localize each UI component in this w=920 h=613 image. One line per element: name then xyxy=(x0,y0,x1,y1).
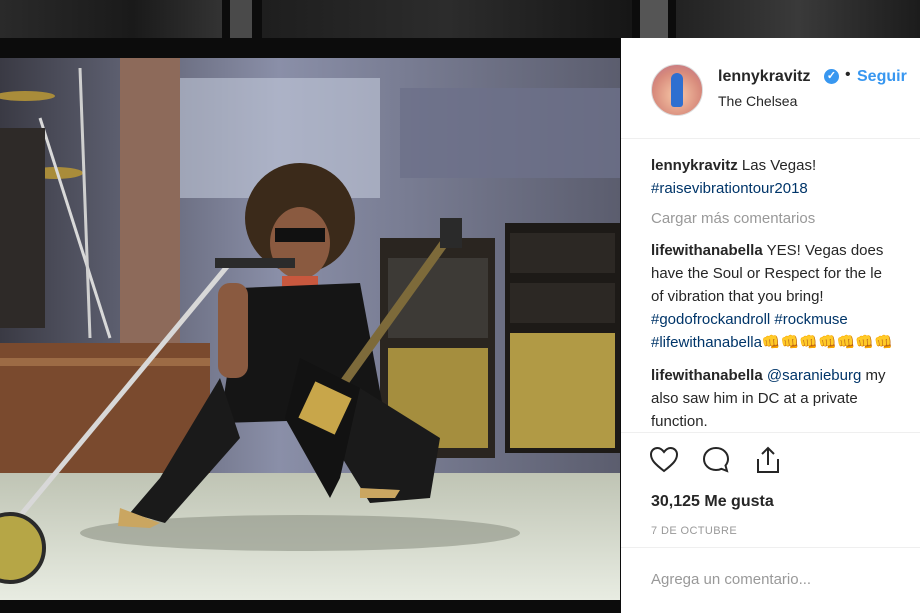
comment-text-line-2: have the Soul or Respect for the le xyxy=(651,265,882,282)
post-actions: 30,125 Me gusta 7 DE OCTUBRE xyxy=(621,432,920,611)
comment-text-line-3: of vibration that you bring! xyxy=(651,288,824,305)
username-link[interactable]: lennykravitz xyxy=(718,68,810,86)
add-comment-input[interactable] xyxy=(649,564,903,594)
thumbnail-2[interactable] xyxy=(230,0,252,38)
comment-username[interactable]: lifewithanabella xyxy=(651,242,763,259)
comment-hashtag[interactable]: #lifewithanabella xyxy=(651,334,762,351)
caption-username[interactable]: lennykravitz xyxy=(651,157,738,174)
post-panel: lennykravitz ✓ • Seguir The Chelsea lenn… xyxy=(621,38,920,613)
thumbnail-1[interactable] xyxy=(0,0,222,38)
add-comment-bar xyxy=(621,547,920,608)
post-date: 7 DE OCTUBRE xyxy=(651,525,738,537)
comment-item: lifewithanabella YES! Vegas does have th… xyxy=(651,239,920,354)
location-link[interactable]: The Chelsea xyxy=(718,93,797,109)
comment-text: YES! Vegas does xyxy=(766,242,884,259)
caption-text: Las Vegas! xyxy=(741,157,817,174)
load-more-comments-button[interactable]: Cargar más comentarios xyxy=(651,207,920,230)
comment-hashtags[interactable]: #godofrockandroll #rockmuse xyxy=(651,308,920,331)
caption: lennykravitz Las Vegas! xyxy=(651,154,920,177)
comment-username[interactable]: lifewithanabella xyxy=(651,367,763,384)
comment-emoji: 👊👊👊👊👊👊👊 xyxy=(761,334,893,351)
comment-text-line-3: function. xyxy=(651,413,708,430)
likes-count[interactable]: 30,125 Me gusta xyxy=(651,493,774,511)
post-photo[interactable] xyxy=(0,58,620,600)
comments-section: lennykravitz Las Vegas! #raisevibrationt… xyxy=(651,154,920,433)
thumbnail-5[interactable] xyxy=(676,0,920,38)
thumbnail-4[interactable] xyxy=(640,0,668,38)
verified-badge-icon: ✓ xyxy=(824,69,839,84)
avatar-figure xyxy=(671,73,683,107)
comment-text-line-2: also saw him in DC at a private xyxy=(651,390,858,407)
comment-text: my xyxy=(865,367,886,384)
concert-image xyxy=(0,58,620,600)
comment-bubble-icon[interactable] xyxy=(701,445,731,475)
separator-dot: • xyxy=(845,66,851,83)
thumbnail-3[interactable] xyxy=(262,0,632,38)
avatar[interactable] xyxy=(651,64,703,116)
comment-mention[interactable]: @saranieburg xyxy=(767,367,861,384)
post-header: lennykravitz ✓ • Seguir The Chelsea xyxy=(621,38,920,139)
follow-button[interactable]: Seguir xyxy=(857,68,907,86)
heart-icon[interactable] xyxy=(649,445,679,475)
share-icon[interactable] xyxy=(753,445,783,475)
comment-item: lifewithanabella @saranieburg my also sa… xyxy=(651,364,920,433)
caption-hashtag[interactable]: #raisevibrationtour2018 xyxy=(651,177,920,200)
